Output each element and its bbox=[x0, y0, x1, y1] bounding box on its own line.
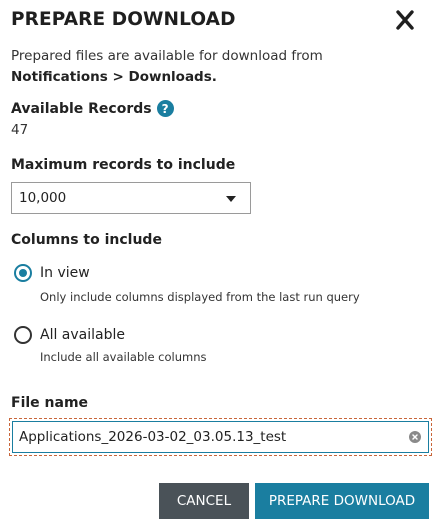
prepare-download-dialog: PREPARE DOWNLOAD Prepared files are avai… bbox=[0, 0, 438, 526]
dialog-title: PREPARE DOWNLOAD bbox=[11, 9, 236, 30]
chevron-down-icon bbox=[226, 196, 236, 202]
intro-text: Prepared files are available for downloa… bbox=[11, 46, 323, 88]
prepare-download-button[interactable]: PREPARE DOWNLOAD bbox=[255, 483, 429, 519]
available-records-label: Available Records bbox=[11, 100, 152, 117]
radio-all-available[interactable]: All available bbox=[14, 326, 125, 344]
radio-in-view-description: Only include columns displayed from the … bbox=[40, 290, 360, 304]
available-records-count: 47 bbox=[11, 122, 29, 138]
intro-line-2: Notifications > Downloads. bbox=[11, 69, 217, 85]
clear-icon[interactable] bbox=[409, 431, 421, 443]
radio-in-view-indicator[interactable] bbox=[14, 264, 32, 282]
cancel-button[interactable]: CANCEL bbox=[159, 483, 249, 519]
file-name-label: File name bbox=[11, 395, 89, 411]
radio-all-available-indicator[interactable] bbox=[14, 326, 32, 344]
radio-in-view-label: In view bbox=[40, 265, 90, 281]
max-records-label: Maximum records to include bbox=[11, 157, 236, 173]
radio-all-available-label: All available bbox=[40, 327, 125, 343]
radio-in-view[interactable]: In view bbox=[14, 264, 90, 282]
available-records-header: Available Records ? bbox=[11, 100, 174, 117]
file-name-value: Applications_2026-03-02_03.05.13_test bbox=[19, 429, 287, 445]
radio-all-available-description: Include all available columns bbox=[40, 350, 207, 364]
max-records-value: 10,000 bbox=[19, 190, 67, 206]
columns-label: Columns to include bbox=[11, 232, 162, 248]
close-icon[interactable] bbox=[395, 9, 415, 31]
help-icon[interactable]: ? bbox=[156, 100, 174, 117]
file-name-input[interactable]: Applications_2026-03-02_03.05.13_test bbox=[12, 421, 429, 453]
file-name-focus-ring: Applications_2026-03-02_03.05.13_test bbox=[9, 418, 432, 456]
intro-line-1: Prepared files are available for downloa… bbox=[11, 48, 323, 64]
max-records-select[interactable]: 10,000 bbox=[11, 182, 251, 214]
